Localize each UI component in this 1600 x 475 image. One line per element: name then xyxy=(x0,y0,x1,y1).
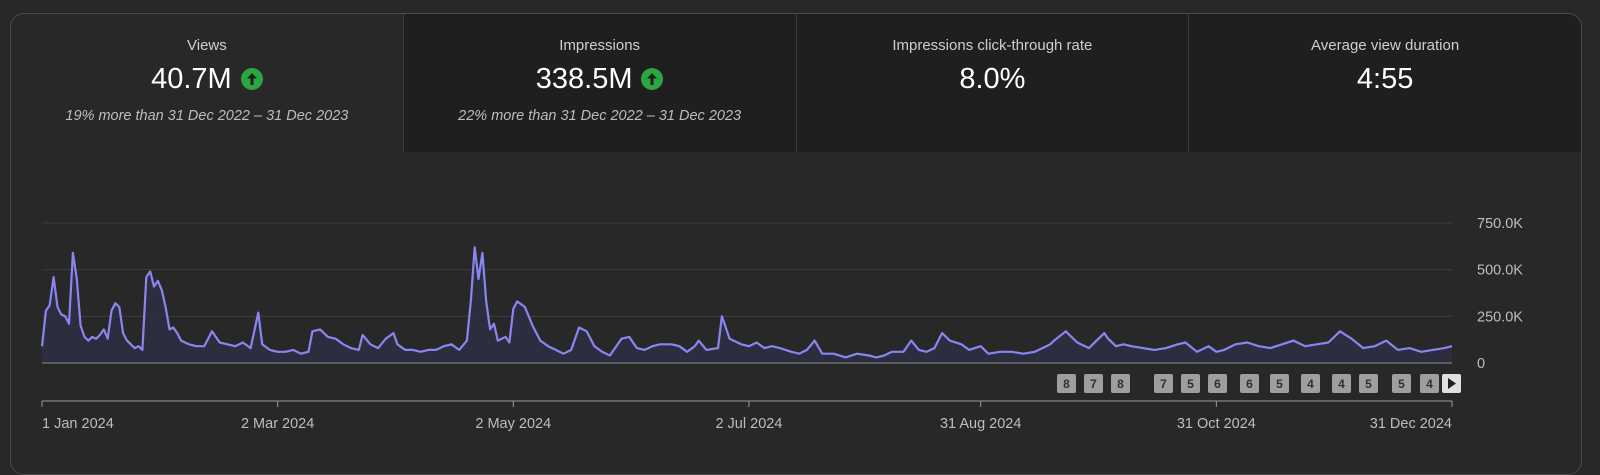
annotation-badge[interactable]: 5 xyxy=(1359,374,1378,393)
badge-count: 5 xyxy=(1398,377,1405,391)
annotation-badge[interactable]: 4 xyxy=(1420,374,1439,393)
x-tick-label: 31 Aug 2024 xyxy=(940,416,1021,432)
y-tick-label: 250.0K xyxy=(1477,309,1523,325)
annotation-badge[interactable]: 6 xyxy=(1240,374,1259,393)
y-tick-label: 0 xyxy=(1477,356,1485,372)
badge-count: 6 xyxy=(1246,377,1253,391)
badge-count: 6 xyxy=(1214,377,1221,391)
annotation-badge[interactable]: 6 xyxy=(1208,374,1227,393)
annotation-badge[interactable]: 4 xyxy=(1332,374,1351,393)
badge-count: 4 xyxy=(1338,377,1345,391)
annotation-badge[interactable]: 4 xyxy=(1301,374,1320,393)
x-tick-label: 2 May 2024 xyxy=(475,416,551,432)
annotation-badge[interactable]: 8 xyxy=(1111,374,1130,393)
next-annotations-button[interactable] xyxy=(1442,374,1461,393)
y-tick-label: 500.0K xyxy=(1477,263,1523,279)
badge-count: 5 xyxy=(1365,377,1372,391)
annotation-badge[interactable]: 7 xyxy=(1084,374,1103,393)
annotation-badge[interactable]: 7 xyxy=(1154,374,1173,393)
badge-count: 4 xyxy=(1307,377,1314,391)
annotation-badge[interactable]: 8 xyxy=(1057,374,1076,393)
badge-count: 7 xyxy=(1090,377,1097,391)
x-tick-label: 2 Mar 2024 xyxy=(241,416,314,432)
x-tick-label: 31 Oct 2024 xyxy=(1177,416,1256,432)
views-chart: 750.0K 500.0K 250.0K 0 1 Jan 2024 2 Mar 2024 2… xyxy=(40,216,1523,432)
annotation-badge[interactable]: 5 xyxy=(1181,374,1200,393)
badge-count: 7 xyxy=(1160,377,1167,391)
x-tick-label: 2 Jul 2024 xyxy=(715,416,782,432)
badge-count: 5 xyxy=(1276,377,1283,391)
badge-count: 8 xyxy=(1063,377,1070,391)
badge-count: 8 xyxy=(1117,377,1124,391)
y-tick-label: 750.0K xyxy=(1477,216,1523,232)
badge-count: 5 xyxy=(1187,377,1194,391)
annotation-badge[interactable]: 5 xyxy=(1270,374,1289,393)
x-tick-label: 31 Dec 2024 xyxy=(1370,416,1452,432)
annotation-badge[interactable]: 5 xyxy=(1392,374,1411,393)
x-tick-label: 1 Jan 2024 xyxy=(42,416,114,432)
badge-count: 4 xyxy=(1426,377,1433,391)
